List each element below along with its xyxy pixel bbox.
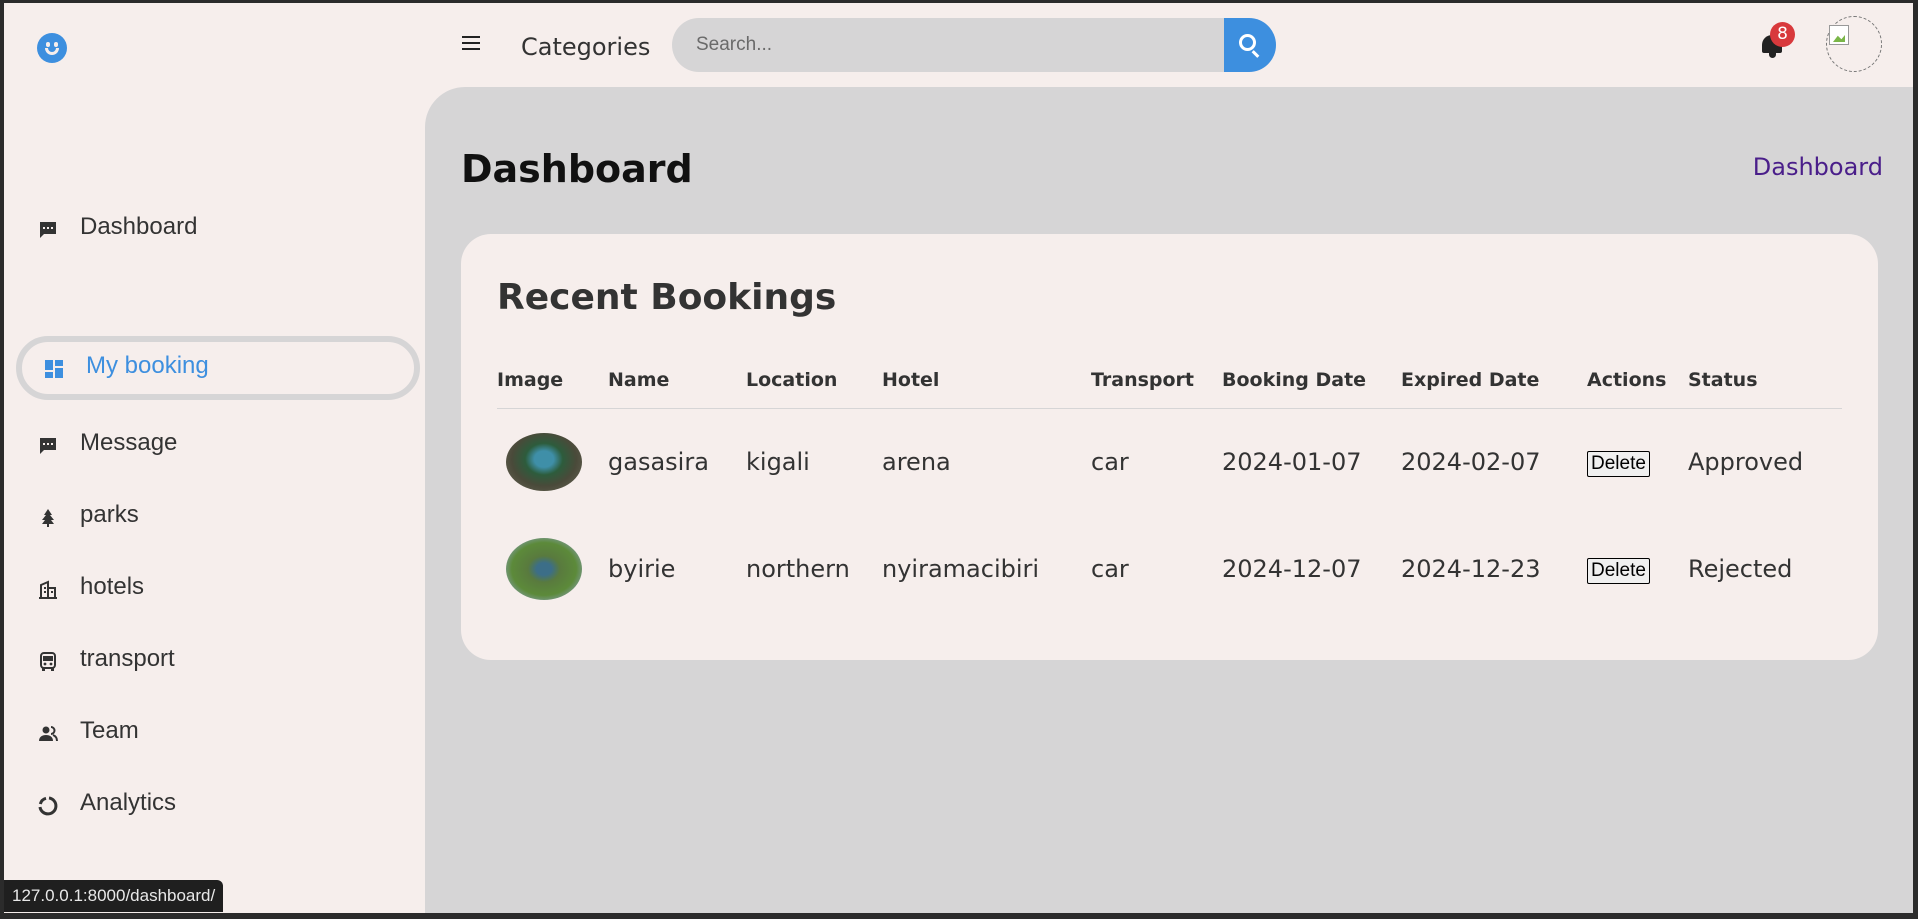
- booking-hotel: nyiramacibiri: [882, 554, 1040, 583]
- booking-status: Approved: [1688, 447, 1804, 476]
- notification-badge: 8: [1770, 22, 1795, 47]
- status-bar-url: 127.0.0.1:8000/dashboard/: [4, 880, 224, 912]
- sidebar-item-label: parks: [80, 501, 139, 528]
- sidebar-item-label: hotels: [80, 573, 145, 600]
- sidebar-item-transport[interactable]: transport: [4, 630, 424, 690]
- main-content: Dashboard Dashboard Recent Bookings Imag…: [425, 87, 1913, 913]
- column-header: Image: [497, 352, 608, 409]
- booking-location: kigali: [746, 447, 810, 476]
- sidebar-item-label: Analytics: [80, 789, 177, 816]
- booking-thumbnail: [506, 432, 582, 491]
- message-icon: [40, 438, 56, 454]
- sidebar-item-label: transport: [80, 645, 175, 672]
- table-header-row: Image Name Location Hotel Transport Book…: [497, 352, 1842, 409]
- booking-name: byirie: [608, 554, 676, 583]
- avatar[interactable]: [1826, 16, 1882, 72]
- pie-chart-icon: [38, 796, 58, 816]
- message-icon: [40, 222, 56, 238]
- column-header: Transport: [1091, 352, 1222, 409]
- building-icon: [39, 580, 57, 599]
- broken-image-icon: [1829, 25, 1849, 45]
- sidebar-item-team[interactable]: Team: [4, 702, 424, 762]
- breadcrumb[interactable]: Dashboard: [1753, 153, 1883, 181]
- search-button[interactable]: [1224, 18, 1276, 72]
- search-bar: [672, 18, 1276, 72]
- expired-date: 2024-02-07: [1401, 447, 1541, 476]
- column-header: Actions: [1587, 352, 1688, 409]
- table-row: gasasira kigali arena car 2024-01-07 202…: [497, 408, 1842, 515]
- booking-name: gasasira: [608, 447, 709, 476]
- booking-transport: car: [1091, 554, 1129, 583]
- table-row: byirie northern nyiramacibiri car 2024-1…: [497, 515, 1842, 622]
- delete-button[interactable]: Delete: [1587, 450, 1650, 477]
- column-header: Status: [1688, 352, 1842, 409]
- column-header: Expired Date: [1401, 352, 1587, 409]
- sidebar-item-hotels[interactable]: hotels: [4, 558, 424, 618]
- page-title: Dashboard: [461, 147, 693, 191]
- booking-thumbnail: [506, 537, 582, 600]
- tree-icon: [42, 509, 54, 527]
- booking-date: 2024-12-07: [1222, 554, 1362, 583]
- categories-label[interactable]: Categories: [521, 33, 650, 61]
- column-header: Booking Date: [1222, 352, 1401, 409]
- booking-hotel: arena: [882, 447, 951, 476]
- card-title: Recent Bookings: [497, 277, 837, 318]
- sidebar-item-my-booking[interactable]: My booking: [16, 336, 420, 400]
- column-header: Location: [746, 352, 882, 409]
- bookings-table: Image Name Location Hotel Transport Book…: [497, 352, 1842, 622]
- booking-transport: car: [1091, 447, 1129, 476]
- column-header: Name: [608, 352, 746, 409]
- sidebar-item-analytics[interactable]: Analytics: [4, 774, 424, 834]
- expired-date: 2024-12-23: [1401, 554, 1541, 583]
- delete-button[interactable]: Delete: [1587, 557, 1650, 584]
- hamburger-menu-icon[interactable]: [462, 36, 480, 52]
- team-icon: [39, 726, 58, 742]
- sidebar-item-message[interactable]: Message: [4, 414, 424, 474]
- booking-location: northern: [746, 554, 850, 583]
- app-window: Categories 8 Dashboard Dashboard Recent …: [4, 3, 1913, 913]
- sidebar-item-parks[interactable]: parks: [4, 486, 424, 546]
- bus-icon: [40, 652, 56, 671]
- sidebar-item-label: My booking: [86, 352, 209, 379]
- booking-status: Rejected: [1688, 554, 1793, 583]
- sidebar-item-dashboard[interactable]: Dashboard: [4, 198, 424, 258]
- recent-bookings-card: Recent Bookings Image Name Location Hote…: [461, 234, 1878, 660]
- booking-date: 2024-01-07: [1222, 447, 1362, 476]
- sidebar-item-label: Message: [80, 429, 178, 456]
- search-input[interactable]: [672, 18, 1224, 72]
- column-header: Hotel: [882, 352, 1091, 409]
- dashboard-grid-icon: [45, 360, 63, 378]
- sidebar-item-label: Team: [80, 717, 139, 744]
- smiley-logo-icon[interactable]: [37, 33, 67, 63]
- sidebar-item-label: Dashboard: [80, 213, 198, 240]
